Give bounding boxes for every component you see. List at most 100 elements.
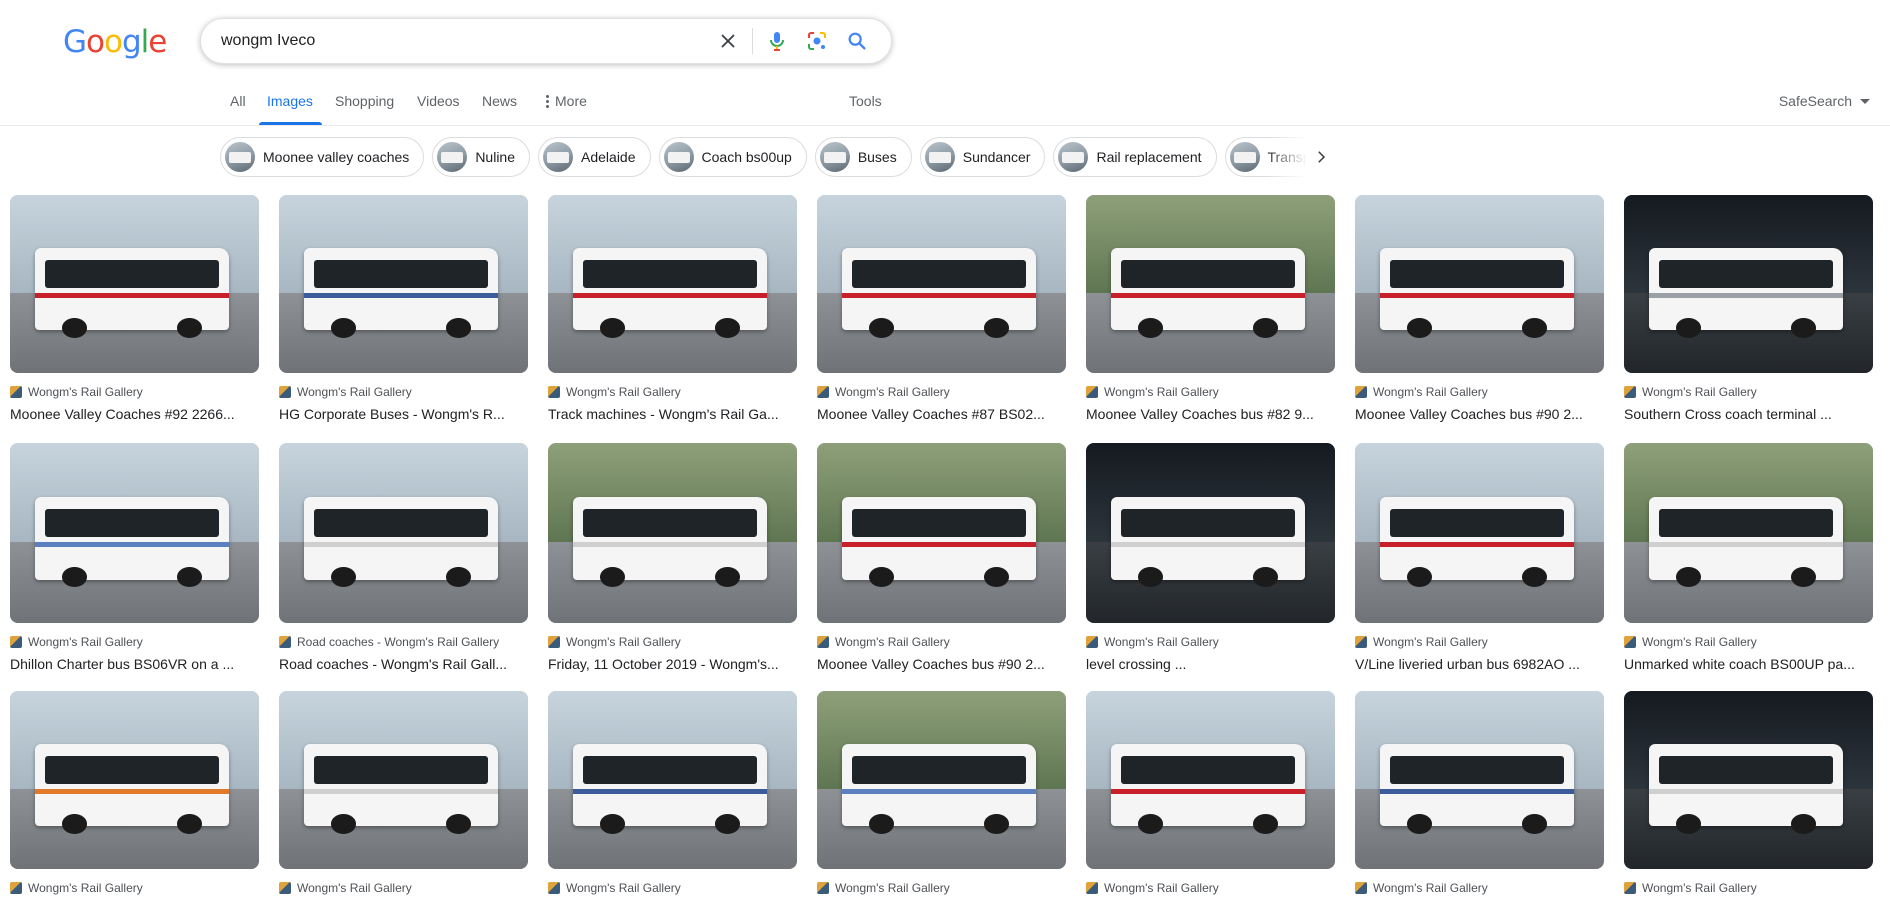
chip-thumbnail: [1058, 142, 1089, 172]
result-title[interactable]: Moonee Valley Coaches bus #82 9...: [1086, 405, 1335, 423]
related-chip[interactable]: Moonee valley coaches: [220, 137, 425, 177]
result-source[interactable]: Wongm's Rail Gallery: [1086, 385, 1335, 399]
tab-news[interactable]: News: [482, 93, 517, 109]
result-source[interactable]: Wongm's Rail Gallery: [1355, 881, 1604, 895]
related-chip[interactable]: Coach bs00up: [658, 137, 807, 177]
image-result[interactable]: Wongm's Rail Gallery HG Corporate Buses -…: [279, 195, 528, 423]
tab-videos[interactable]: Videos: [417, 93, 460, 109]
result-thumbnail[interactable]: [10, 691, 259, 869]
image-result[interactable]: Wongm's Rail Gallery Moonee Valley Coache…: [1355, 195, 1604, 423]
result-thumbnail[interactable]: [1624, 443, 1873, 623]
image-result[interactable]: Wongm's Rail Gallery Moonee Valley Coache…: [1086, 195, 1335, 423]
image-result[interactable]: Wongm's Rail Gallery: [279, 691, 528, 895]
result-thumbnail[interactable]: [1086, 443, 1335, 623]
result-source[interactable]: Wongm's Rail Gallery: [817, 881, 1066, 895]
image-result[interactable]: Wongm's Rail Gallery Moonee Valley Coache…: [10, 195, 259, 423]
image-result[interactable]: Wongm's Rail Gallery level crossing ...: [1086, 443, 1335, 673]
image-result[interactable]: Wongm's Rail Gallery: [817, 691, 1066, 895]
result-title[interactable]: Moonee Valley Coaches bus #90 2...: [817, 655, 1066, 673]
result-source[interactable]: Wongm's Rail Gallery: [10, 385, 259, 399]
tools-button[interactable]: Tools: [849, 93, 882, 109]
result-title[interactable]: V/Line liveried urban bus 6982AO ...: [1355, 655, 1604, 673]
image-result[interactable]: Wongm's Rail Gallery: [1355, 691, 1604, 895]
microphone-icon[interactable]: [757, 21, 797, 61]
image-result[interactable]: Wongm's Rail Gallery Friday, 11 October 2…: [548, 443, 797, 673]
search-input[interactable]: [221, 19, 708, 63]
image-result[interactable]: Road coaches - Wongm's Rail Gallery Road …: [279, 443, 528, 673]
image-result[interactable]: Wongm's Rail Gallery Unmarked white coach…: [1624, 443, 1873, 673]
result-title[interactable]: Unmarked white coach BS00UP pa...: [1624, 655, 1873, 673]
result-source[interactable]: Wongm's Rail Gallery: [1624, 881, 1873, 895]
result-source[interactable]: Wongm's Rail Gallery: [817, 385, 1066, 399]
result-thumbnail[interactable]: [548, 195, 797, 373]
result-source[interactable]: Wongm's Rail Gallery: [548, 385, 797, 399]
result-source[interactable]: Wongm's Rail Gallery: [817, 635, 1066, 649]
result-source[interactable]: Wongm's Rail Gallery: [1624, 635, 1873, 649]
image-result[interactable]: Wongm's Rail Gallery: [10, 691, 259, 895]
result-thumbnail[interactable]: [1086, 691, 1335, 869]
close-icon[interactable]: [708, 21, 748, 61]
result-title[interactable]: Moonee Valley Coaches #92 2266...: [10, 405, 259, 423]
result-source[interactable]: Wongm's Rail Gallery: [1086, 881, 1335, 895]
result-thumbnail[interactable]: [548, 691, 797, 869]
related-chip[interactable]: Buses: [814, 137, 912, 177]
image-result[interactable]: Wongm's Rail Gallery Southern Cross coach…: [1624, 195, 1873, 423]
result-thumbnail[interactable]: [817, 691, 1066, 869]
lens-icon[interactable]: [797, 21, 837, 61]
image-result[interactable]: Wongm's Rail Gallery Track machines - Won…: [548, 195, 797, 423]
result-thumbnail[interactable]: [279, 443, 528, 623]
result-thumbnail[interactable]: [817, 443, 1066, 623]
result-source[interactable]: Wongm's Rail Gallery: [1624, 385, 1873, 399]
result-title[interactable]: Moonee Valley Coaches bus #90 2...: [1355, 405, 1604, 423]
related-chip[interactable]: Nuline: [432, 137, 531, 177]
image-result[interactable]: Wongm's Rail Gallery Moonee Valley Coache…: [817, 443, 1066, 673]
image-result[interactable]: Wongm's Rail Gallery: [1624, 691, 1873, 895]
result-thumbnail[interactable]: [10, 443, 259, 623]
google-logo[interactable]: Google: [63, 24, 167, 60]
image-result[interactable]: Wongm's Rail Gallery Dhillon Charter bus …: [10, 443, 259, 673]
image-result[interactable]: Wongm's Rail Gallery V/Line liveried urba…: [1355, 443, 1604, 673]
result-source[interactable]: Wongm's Rail Gallery: [1355, 385, 1604, 399]
tab-images[interactable]: Images: [267, 93, 313, 109]
result-title[interactable]: level crossing ...: [1086, 655, 1335, 673]
tab-more[interactable]: More: [546, 93, 587, 109]
result-title[interactable]: Dhillon Charter bus BS06VR on a ...: [10, 655, 259, 673]
image-result[interactable]: Wongm's Rail Gallery: [1086, 691, 1335, 895]
result-title[interactable]: Friday, 11 October 2019 - Wongm's...: [548, 655, 797, 673]
result-thumbnail[interactable]: [548, 443, 797, 623]
related-chip[interactable]: Sundancer: [919, 137, 1046, 177]
result-title[interactable]: Track machines - Wongm's Rail Ga...: [548, 405, 797, 423]
result-thumbnail[interactable]: [1355, 195, 1604, 373]
result-source[interactable]: Wongm's Rail Gallery: [548, 635, 797, 649]
search-icon[interactable]: [837, 21, 877, 61]
result-source[interactable]: Wongm's Rail Gallery: [279, 881, 528, 895]
result-source[interactable]: Wongm's Rail Gallery: [10, 881, 259, 895]
result-title[interactable]: Southern Cross coach terminal ...: [1624, 405, 1873, 423]
image-result[interactable]: Wongm's Rail Gallery: [548, 691, 797, 895]
result-source[interactable]: Road coaches - Wongm's Rail Gallery: [279, 635, 528, 649]
result-source[interactable]: Wongm's Rail Gallery: [10, 635, 259, 649]
result-thumbnail[interactable]: [817, 195, 1066, 373]
result-thumbnail[interactable]: [10, 195, 259, 373]
result-source[interactable]: Wongm's Rail Gallery: [548, 881, 797, 895]
chevron-right-icon[interactable]: [1305, 141, 1337, 173]
image-result[interactable]: Wongm's Rail Gallery Moonee Valley Coache…: [817, 195, 1066, 423]
result-source[interactable]: Wongm's Rail Gallery: [1086, 635, 1335, 649]
tab-all[interactable]: All: [230, 93, 246, 109]
result-title[interactable]: Moonee Valley Coaches #87 BS02...: [817, 405, 1066, 423]
related-chip[interactable]: Rail replacement: [1053, 137, 1217, 177]
result-thumbnail[interactable]: [1624, 691, 1873, 869]
safesearch-button[interactable]: SafeSearch: [1779, 93, 1870, 109]
tab-shopping[interactable]: Shopping: [335, 93, 394, 109]
related-chip[interactable]: Adelaide: [538, 137, 651, 177]
result-thumbnail[interactable]: [1624, 195, 1873, 373]
result-title[interactable]: Road coaches - Wongm's Rail Gall...: [279, 655, 528, 673]
result-thumbnail[interactable]: [1355, 443, 1604, 623]
result-thumbnail[interactable]: [1355, 691, 1604, 869]
result-thumbnail[interactable]: [1086, 195, 1335, 373]
result-title[interactable]: HG Corporate Buses - Wongm's R...: [279, 405, 528, 423]
result-source[interactable]: Wongm's Rail Gallery: [1355, 635, 1604, 649]
result-thumbnail[interactable]: [279, 691, 528, 869]
result-thumbnail[interactable]: [279, 195, 528, 373]
result-source[interactable]: Wongm's Rail Gallery: [279, 385, 528, 399]
